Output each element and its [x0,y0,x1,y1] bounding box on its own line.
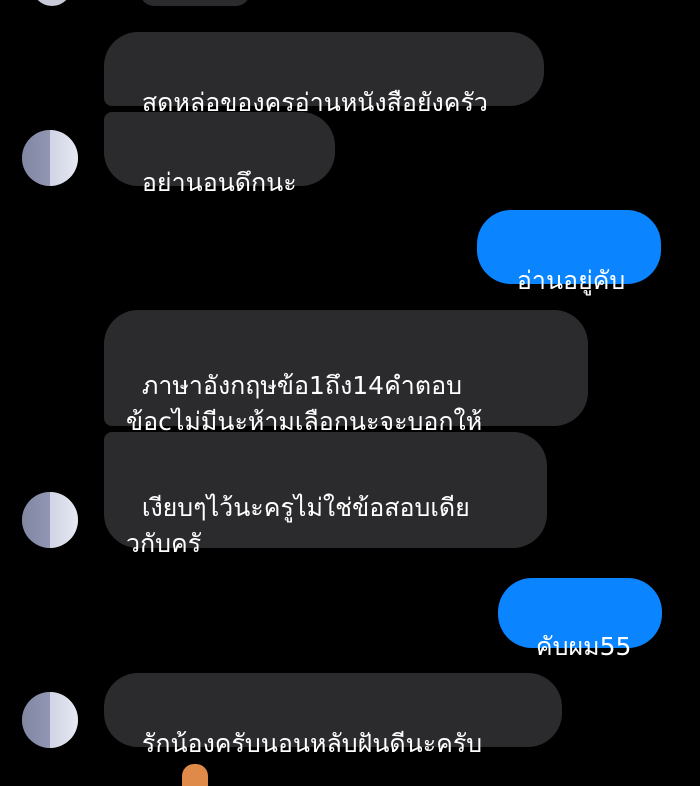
sender-avatar[interactable] [22,692,78,748]
message-bubble-outgoing[interactable]: คับผม55 [498,578,662,661]
message-bubble-incoming[interactable]: ภาษาอังกฤษข้อ1ถึง14คำตอบ ข้อcไม่มีนะห้าม… [104,310,588,436]
message-bubble-incoming[interactable]: รักน้องครับนอนหลับฝันดีนะครับ [104,673,562,758]
previous-message-fragment [140,0,250,6]
message-text: รักน้องครับนอนหลับฝันดีนะครับ [141,729,483,758]
message-bubble-incoming[interactable]: เงียบๆไว้นะครูไม่ใช่ข้อสอบเดีย วกับครั [104,432,547,558]
avatar-blur-right [50,692,78,748]
message-text: อย่านอนดึกนะ [141,168,297,197]
sender-avatar[interactable] [22,492,78,548]
avatar-blur-left [22,492,50,548]
message-text: อ่านอยู่คับ [516,266,626,295]
message-bubble-incoming[interactable]: สุดหล่อของครูอ่านหนังสือยังครัว [104,32,544,117]
message-text: เงียบๆไว้นะครูไม่ใช่ข้อสอบเดีย วกับครั [126,493,470,558]
avatar-blur-left [22,130,50,186]
sender-avatar[interactable] [22,130,78,186]
avatar-blur-right [50,492,78,548]
message-bubble-outgoing[interactable]: อ่านอยู่คับ [477,210,661,295]
message-text: คับผม55 [535,632,632,661]
avatar-blur-right [50,130,78,186]
message-bubble-incoming[interactable]: อย่านอนดึกนะ [104,112,335,197]
avatar-blur-left [22,692,50,748]
message-text: ภาษาอังกฤษข้อ1ถึง14คำตอบ ข้อcไม่มีนะห้าม… [126,371,483,436]
previous-avatar-fragment [32,0,72,6]
reaction-emoji-fragment [182,764,208,786]
